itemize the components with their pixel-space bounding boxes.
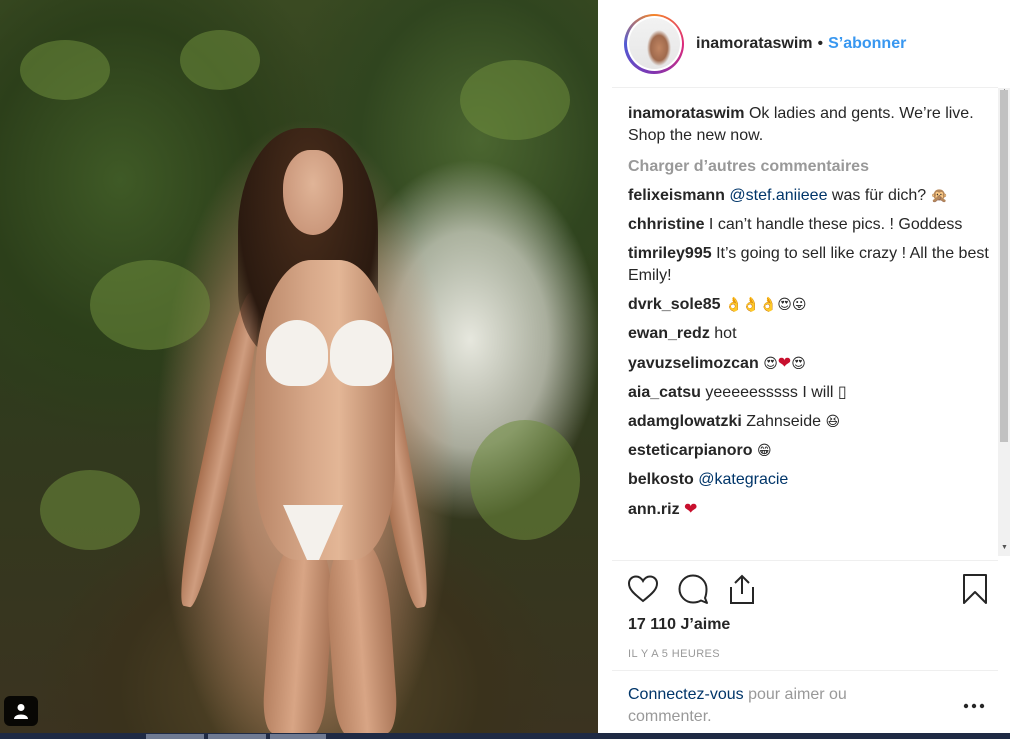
comment-item: ewan_redz hot (628, 323, 998, 345)
comment-username[interactable]: aia_catsu (628, 384, 701, 401)
share-upload-icon (730, 574, 754, 604)
scrollbar-thumb[interactable] (1000, 90, 1008, 442)
save-button[interactable] (958, 572, 992, 606)
taskbar-strip (0, 733, 1010, 739)
comment-username[interactable]: ewan_redz (628, 325, 710, 342)
comment-text: I can’t handle these pics. ! Goddess (708, 216, 963, 233)
comment-mention[interactable]: @kategracie (698, 471, 788, 488)
divider (612, 560, 998, 561)
caption: inamorataswim Ok ladies and gents. We’re… (628, 103, 998, 147)
comment-username[interactable]: timriley995 (628, 245, 712, 262)
ellipsis-icon (963, 703, 985, 709)
comments-scrollbar[interactable]: ▲ ▼ (998, 88, 1010, 556)
avatar (628, 18, 680, 69)
bookmark-icon (963, 574, 987, 604)
comment-username[interactable]: esteticarpianoro (628, 442, 752, 459)
comment-item: belkosto @kategracie (628, 469, 998, 491)
header-separator: • (817, 34, 824, 52)
action-bar (626, 572, 992, 608)
comment-username[interactable]: yavuzselimozcan (628, 355, 759, 372)
comment-text: was für dich? (831, 187, 927, 204)
comment-username[interactable]: chhristine (628, 216, 704, 233)
comment-username[interactable]: belkosto (628, 471, 694, 488)
laughing-face-icon: 😆 (825, 414, 841, 430)
person-icon (14, 704, 28, 719)
avatar-story-ring[interactable] (624, 13, 684, 74)
comment-username[interactable]: dvrk_sole85 (628, 296, 721, 313)
heart-eyes-icon: 😍 (791, 356, 806, 372)
speech-bubble-icon (678, 574, 708, 604)
comment-item: timriley995 It’s going to sell like craz… (628, 243, 998, 287)
comment-item: adamglowatzki Zahnseide 😆 (628, 411, 998, 433)
login-prompt: Connectez-vous pour aimer ou commenter. (628, 684, 928, 728)
divider (612, 670, 998, 671)
follow-button[interactable]: S’abonner (828, 35, 906, 53)
post-photo[interactable] (0, 0, 598, 733)
comment-item: aia_catsu yeeeeesssss I will ▯ (628, 382, 998, 404)
heart-outline-icon (627, 575, 659, 603)
grinning-face-icon: 😁 (756, 443, 772, 459)
heart-eyes-icon: 😍 (763, 356, 778, 372)
comment-item: chhristine I can’t handle these pics. ! … (628, 214, 998, 236)
comment-item: ann.riz ❤ (628, 498, 998, 521)
red-heart-icon: ❤ (777, 353, 792, 372)
comment-text: Zahnseide (746, 413, 821, 430)
likes-count[interactable]: 17 110 J’aime (628, 616, 730, 634)
comment-item: esteticarpianoro 😁 (628, 440, 998, 462)
caption-username[interactable]: inamorataswim (628, 105, 744, 122)
share-button[interactable] (725, 572, 759, 606)
load-more-comments-button[interactable]: Charger d’autres commentaires (628, 156, 998, 178)
scroll-down-arrow-icon[interactable]: ▼ (1001, 544, 1008, 551)
comment-username[interactable]: adamglowatzki (628, 413, 742, 430)
comment-item: yavuzselimozcan 😍❤😍 (628, 352, 998, 375)
comment-text: hot (714, 325, 737, 342)
comment-mention[interactable]: @stef.aniieee (729, 187, 827, 204)
see-no-evil-monkey-icon: 🙊 (930, 188, 949, 204)
more-options-button[interactable] (960, 696, 988, 716)
header-username[interactable]: inamorataswim (696, 35, 812, 53)
ok-hand-heart-eyes-tongue-icon: 👌👌👌😍😛 (724, 297, 807, 313)
post-timestamp: IL Y A 5 HEURES (628, 648, 721, 660)
login-link[interactable]: Connectez-vous (628, 686, 744, 703)
comment-button[interactable] (676, 572, 710, 606)
post-header: inamorataswim • S’abonner (612, 0, 998, 88)
comment-text: yeeeeesssss I will ▯ (705, 384, 847, 401)
comment-item: felixeismann @stef.aniieee was für dich?… (628, 185, 998, 207)
comment-username[interactable]: ann.riz (628, 501, 680, 518)
user-tag-button[interactable] (4, 696, 38, 726)
comment-item: dvrk_sole85 👌👌👌😍😛 (628, 294, 998, 316)
like-button[interactable] (626, 572, 660, 606)
comment-username[interactable]: felixeismann (628, 187, 725, 204)
comments-list: inamorataswim Ok ladies and gents. We’re… (628, 88, 998, 556)
red-heart-icon: ❤ (684, 499, 698, 518)
